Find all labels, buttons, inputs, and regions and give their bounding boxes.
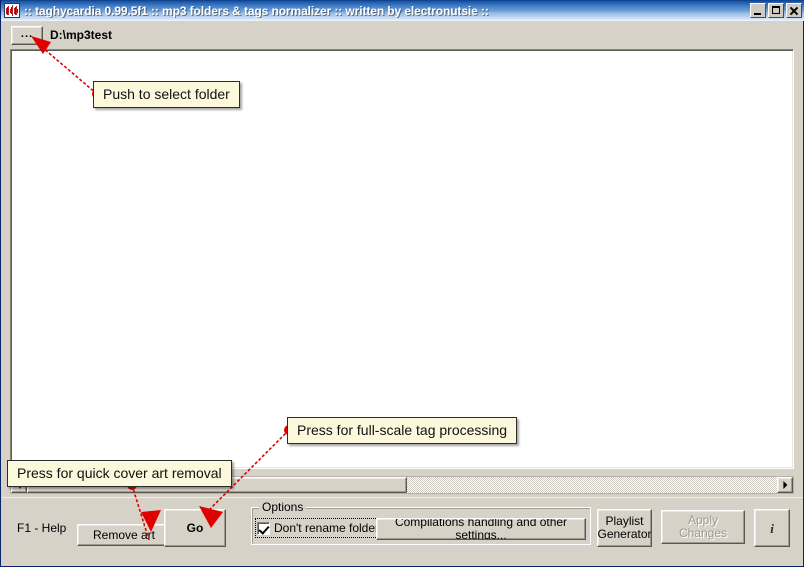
scroll-left-button[interactable]	[11, 477, 27, 493]
minimize-button[interactable]	[750, 3, 766, 18]
dont-rename-folders-label: Don't rename folders	[274, 521, 386, 535]
compilations-settings-button[interactable]: Compilations handling and other settings…	[376, 518, 586, 540]
browse-folder-button[interactable]: ...	[11, 26, 43, 45]
title-bar: :: taghycardia 0.99.5f1 :: mp3 folders &…	[1, 0, 804, 21]
scroll-right-button[interactable]	[777, 477, 793, 493]
scroll-right-icon	[783, 481, 788, 489]
path-bar: ... D:\mp3test	[2, 22, 802, 48]
horizontal-scrollbar[interactable]	[10, 476, 794, 494]
maximize-button[interactable]	[768, 3, 784, 18]
scroll-left-icon	[16, 481, 21, 489]
go-button[interactable]: Go	[164, 509, 226, 547]
maximize-icon	[772, 6, 780, 14]
selected-folder-path: D:\mp3test	[50, 28, 113, 42]
application-window: :: taghycardia 0.99.5f1 :: mp3 folders &…	[0, 0, 804, 567]
minimize-icon	[754, 13, 761, 15]
scrollbar-track[interactable]	[407, 477, 777, 493]
apply-changes-button[interactable]: Apply Changes	[661, 510, 745, 544]
scrollbar-thumb[interactable]	[27, 477, 407, 493]
checkbox-checkmark-icon	[257, 521, 270, 535]
window-title: :: taghycardia 0.99.5f1 :: mp3 folders &…	[24, 3, 489, 18]
waveform-icon	[4, 3, 20, 18]
file-list-area[interactable]	[10, 49, 794, 469]
options-group-legend: Options	[259, 500, 307, 514]
playlist-generator-button[interactable]: Playlist Generator	[597, 509, 652, 547]
remove-art-button[interactable]: Remove art	[77, 524, 171, 546]
window-controls	[750, 3, 802, 18]
dont-rename-folders-checkbox[interactable]: Don't rename folders	[255, 518, 389, 538]
help-hint-label: F1 - Help	[17, 521, 67, 535]
close-button[interactable]	[786, 3, 802, 18]
info-button[interactable]: i	[754, 509, 790, 547]
